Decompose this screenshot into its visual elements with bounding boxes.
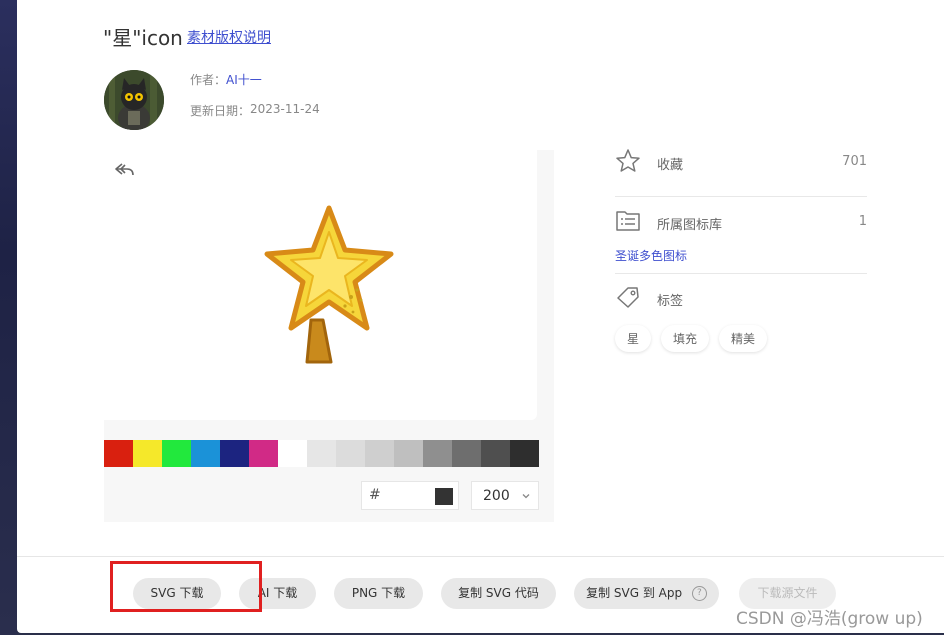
preview-panel: # 200: [104, 150, 554, 522]
background-left: [0, 0, 17, 635]
color-swatch[interactable]: [452, 440, 481, 467]
hex-color-input[interactable]: #: [361, 481, 459, 510]
color-swatch[interactable]: [365, 440, 394, 467]
color-swatch-row: [104, 440, 539, 467]
favorites-label[interactable]: 收藏: [657, 154, 683, 173]
library-count: 1: [858, 214, 867, 229]
star-outline-icon[interactable]: [615, 148, 641, 174]
color-swatch[interactable]: [510, 440, 539, 467]
color-swatch[interactable]: [423, 440, 452, 467]
divider: [615, 273, 867, 274]
current-color-swatch[interactable]: [435, 488, 453, 505]
hex-prefix: #: [369, 487, 381, 503]
color-swatch[interactable]: [162, 440, 191, 467]
color-swatch[interactable]: [336, 440, 365, 467]
color-swatch[interactable]: [278, 440, 307, 467]
tags-label: 标签: [657, 294, 684, 309]
copy-svg-to-app-button[interactable]: 复制 SVG 到 App ?: [574, 578, 719, 609]
copy-svg-to-app-label: 复制 SVG 到 App: [586, 586, 683, 600]
undo-icon[interactable]: [114, 160, 136, 180]
size-select[interactable]: 200: [471, 481, 539, 510]
icon-title: "星"icon: [103, 26, 183, 50]
library-link[interactable]: 圣诞多色图标: [615, 247, 687, 264]
star-icon: [264, 205, 394, 364]
color-swatch[interactable]: [394, 440, 423, 467]
favorites-count: 701: [842, 154, 867, 169]
avatar-image: [104, 70, 164, 130]
library-icon: [616, 211, 640, 231]
chevron-down-icon: [522, 494, 530, 499]
color-swatch[interactable]: [133, 440, 162, 467]
size-value: 200: [483, 488, 510, 504]
color-swatch[interactable]: [481, 440, 510, 467]
author-label: 作者：: [190, 73, 227, 87]
icon-detail-modal: "星"icon 素材版权说明 作者： AI十一 更新日期： 2023-11-24: [17, 0, 944, 633]
library-label: 所属图标库: [657, 218, 723, 233]
copy-svg-code-button[interactable]: 复制 SVG 代码: [441, 578, 556, 609]
update-date: 2023-11-24: [250, 102, 320, 116]
tag-chip[interactable]: 填充: [661, 325, 710, 352]
tag-list: 星 填充 精美: [615, 325, 768, 352]
footer-divider: [17, 556, 944, 557]
avatar[interactable]: [104, 70, 164, 130]
png-download-button[interactable]: PNG 下载: [334, 578, 423, 609]
tag-icon: [617, 287, 639, 308]
highlight-box: [110, 561, 262, 612]
tag-chip[interactable]: 星: [615, 325, 652, 352]
copyright-link[interactable]: 素材版权说明: [187, 27, 271, 47]
preview-canvas: [104, 150, 537, 420]
help-icon[interactable]: ?: [691, 586, 707, 601]
author-link[interactable]: AI十一: [226, 71, 262, 88]
update-date-label: 更新日期：: [190, 104, 251, 118]
color-swatch[interactable]: [249, 440, 278, 467]
divider: [615, 196, 867, 197]
color-swatch[interactable]: [191, 440, 220, 467]
tag-chip[interactable]: 精美: [719, 325, 768, 352]
watermark: CSDN @冯浩(grow up): [736, 609, 923, 629]
color-swatch[interactable]: [307, 440, 336, 467]
color-swatch[interactable]: [104, 440, 133, 467]
color-swatch[interactable]: [220, 440, 249, 467]
